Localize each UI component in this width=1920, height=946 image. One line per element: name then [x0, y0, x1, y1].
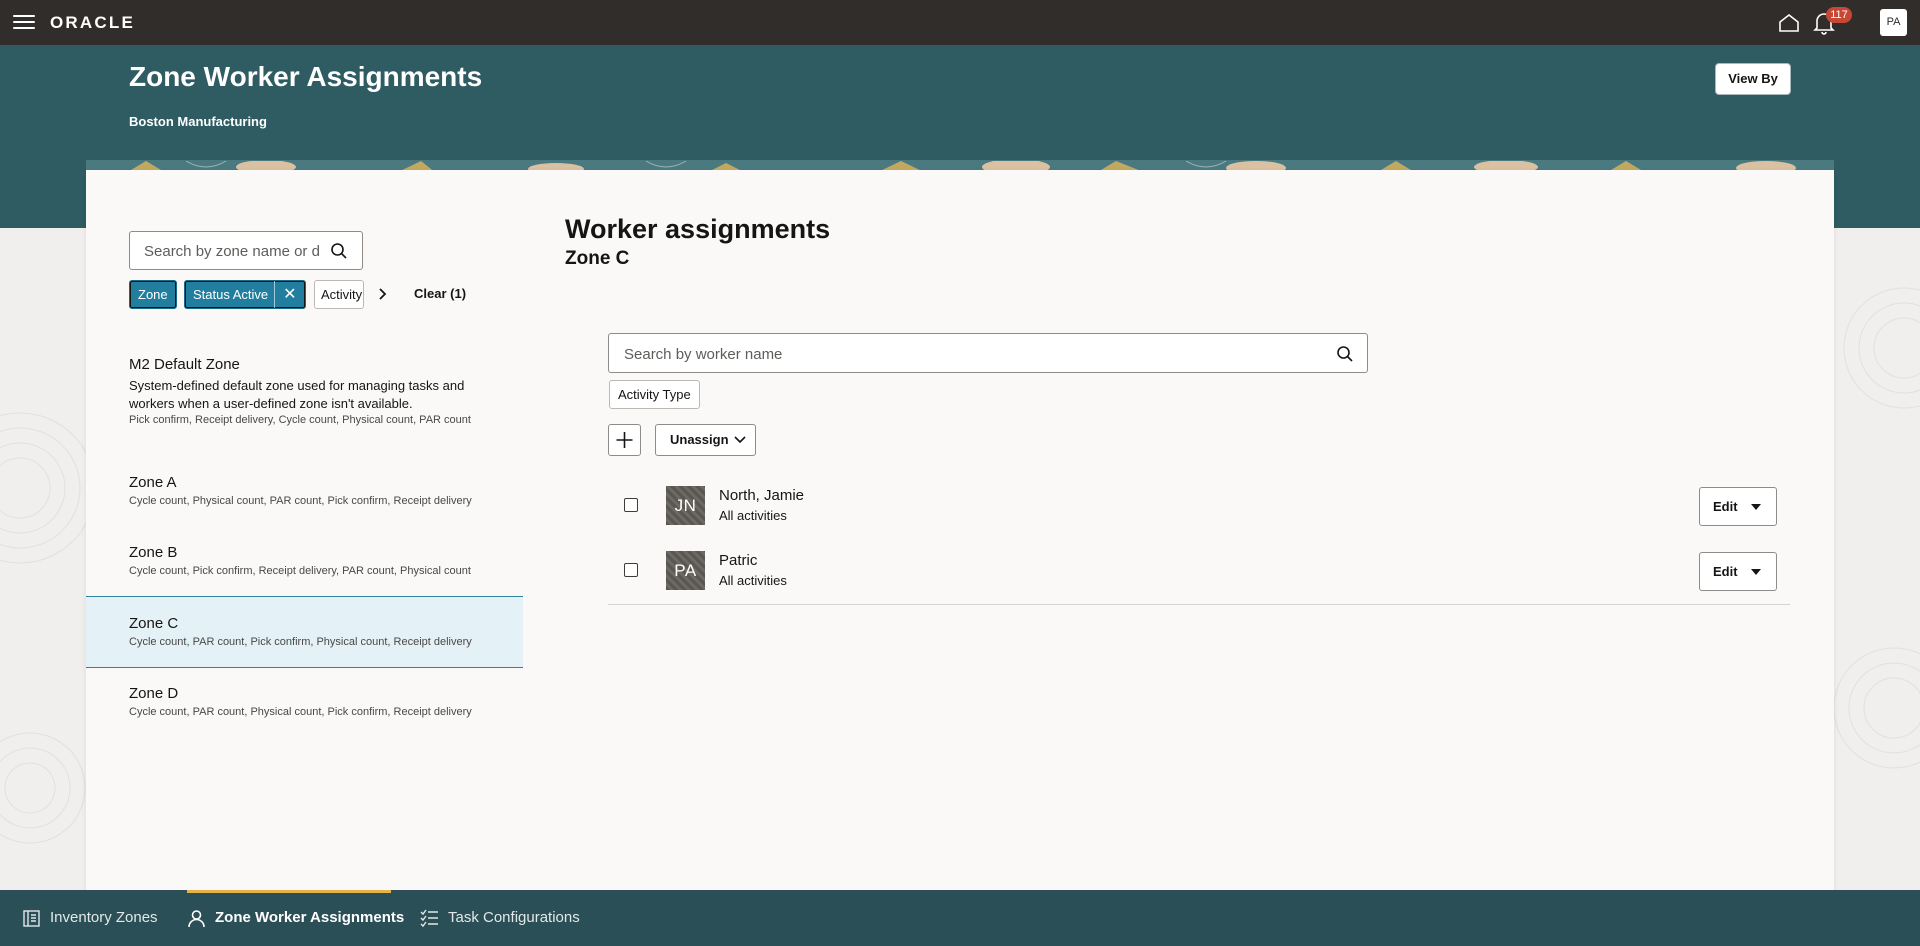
view-by-button[interactable]: View By	[1715, 63, 1791, 95]
worker-avatar: PA	[666, 551, 705, 590]
active-tab-indicator	[187, 890, 391, 893]
zone-item-m2-default[interactable]: M2 Default Zone System-defined default z…	[86, 344, 523, 456]
clear-filters-link[interactable]: Clear (1)	[414, 286, 466, 301]
nav-task-configurations[interactable]: Task Configurations	[420, 890, 580, 946]
zone-item-b[interactable]: Zone B Cycle count, Pick confirm, Receip…	[86, 526, 523, 596]
bottom-navigation: Inventory Zones Zone Worker Assignments …	[0, 890, 1920, 946]
filter-chip-activity[interactable]: Activity	[314, 280, 364, 309]
worker-avatar: JN	[666, 486, 705, 525]
zone-search-field[interactable]	[129, 231, 363, 270]
menu-icon[interactable]	[13, 12, 35, 32]
background-pattern-right	[1834, 228, 1920, 890]
person-icon	[188, 910, 205, 928]
zone-item-d[interactable]: Zone D Cycle count, PAR count, Physical …	[86, 668, 523, 738]
edit-menu-button[interactable]: Edit	[1699, 487, 1777, 526]
select-worker-checkbox[interactable]	[624, 498, 638, 512]
page-title: Zone Worker Assignments	[129, 61, 483, 92]
worker-name: North, Jamie	[719, 487, 805, 504]
top-bar: ORACLE 117 PA	[0, 0, 1920, 45]
zone-item-c[interactable]: Zone C Cycle count, PAR count, Pick conf…	[86, 596, 523, 668]
background-pattern-left	[0, 228, 86, 890]
book-icon	[23, 910, 40, 927]
add-worker-button[interactable]	[608, 424, 641, 456]
section-title: Worker assignments	[565, 214, 831, 244]
filter-chip-zone[interactable]: Zone	[129, 280, 177, 309]
worker-search-input[interactable]	[624, 344, 1304, 364]
unassign-button[interactable]: Unassign	[655, 424, 756, 456]
nav-zone-worker-assignments[interactable]: Zone Worker Assignments	[187, 890, 404, 946]
checklist-icon	[420, 909, 438, 928]
search-icon[interactable]	[330, 242, 348, 260]
divider	[608, 604, 1790, 605]
worker-name: Patric	[719, 552, 758, 569]
caret-down-icon	[1751, 569, 1761, 575]
home-icon[interactable]	[1777, 11, 1801, 35]
caret-down-icon	[1751, 504, 1761, 510]
search-icon[interactable]	[1336, 345, 1354, 363]
nav-inventory-zones[interactable]: Inventory Zones	[22, 890, 158, 946]
chevron-down-icon	[734, 436, 746, 444]
worker-activities: All activities	[719, 508, 787, 523]
zone-search-input[interactable]	[144, 241, 319, 261]
remove-filter-icon[interactable]: ✕	[274, 281, 297, 308]
select-worker-checkbox[interactable]	[624, 563, 638, 577]
chevron-right-icon[interactable]	[373, 284, 391, 304]
worker-search-field[interactable]	[608, 333, 1368, 373]
worker-row: PA Patric All activities Edit	[608, 539, 1790, 604]
filter-chip-status[interactable]: Status Active ✕	[184, 280, 306, 309]
plus-icon	[616, 432, 633, 448]
edit-menu-button[interactable]: Edit	[1699, 552, 1777, 591]
worker-row: JN North, Jamie All activities Edit	[608, 474, 1790, 539]
zone-item-a[interactable]: Zone A Cycle count, Physical count, PAR …	[86, 456, 523, 526]
notification-badge: 117	[1826, 7, 1852, 23]
selected-zone-label: Zone C	[565, 248, 630, 269]
filter-chip-activity-type[interactable]: Activity Type	[609, 380, 700, 409]
worker-activities: All activities	[719, 573, 787, 588]
zone-list: M2 Default Zone System-defined default z…	[86, 344, 523, 738]
oracle-logo[interactable]: ORACLE	[50, 13, 135, 33]
user-avatar[interactable]: PA	[1880, 9, 1907, 36]
organization-name: Boston Manufacturing	[129, 114, 267, 129]
